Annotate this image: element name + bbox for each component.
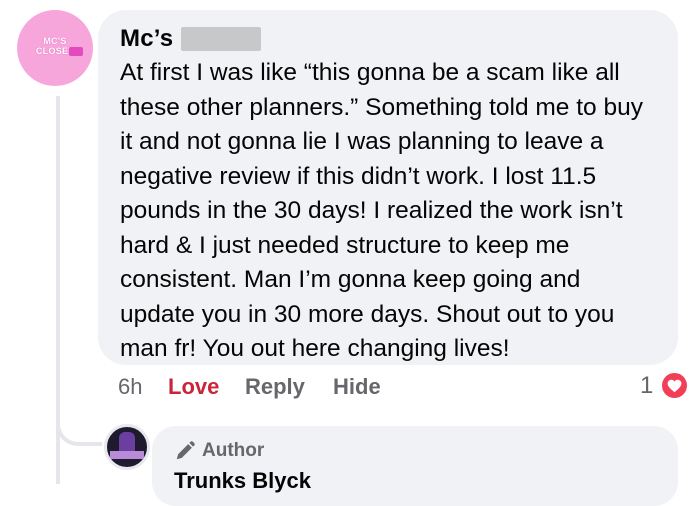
reply-bubble: Author Trunks Blyck	[152, 426, 678, 506]
author-badge: Author	[174, 440, 656, 462]
reply-author-avatar[interactable]	[104, 424, 150, 470]
comment-timestamp[interactable]: 6h	[118, 374, 168, 400]
love-button[interactable]: Love	[168, 374, 245, 400]
hide-button[interactable]: Hide	[333, 374, 381, 400]
reply-button[interactable]: Reply	[245, 374, 333, 400]
commenter-avatar[interactable]: MC'S CLOSET	[17, 10, 93, 86]
comment-bubble: Mc’s At first I was like “this gonna be …	[98, 10, 678, 365]
comment-text: At first I was like “this gonna be a sca…	[120, 59, 643, 362]
reply-author-name[interactable]: Trunks Blyck	[174, 468, 656, 494]
comment-author-row: Mc’s	[120, 24, 656, 54]
reaction-count[interactable]: 1	[640, 372, 653, 400]
comment-author-name[interactable]: Mc’s	[120, 25, 173, 53]
redacted-name-block	[181, 27, 262, 51]
thread-branch	[56, 392, 102, 446]
avatar-logo-mark	[69, 47, 83, 56]
author-badge-label: Author	[202, 440, 265, 461]
avatar-band	[110, 451, 144, 459]
comment-actions: 6h Love Reply Hide	[118, 372, 381, 402]
pencil-icon	[176, 441, 195, 460]
heart-icon[interactable]	[660, 371, 689, 400]
